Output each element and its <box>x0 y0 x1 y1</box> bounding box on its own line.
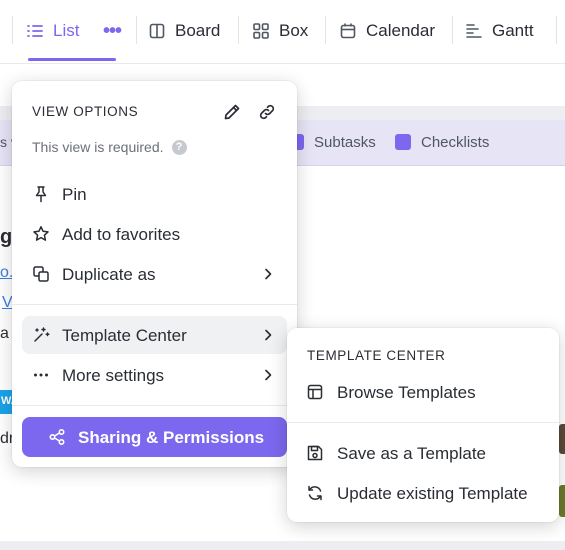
tab-gantt[interactable]: Gantt <box>465 0 534 62</box>
tab-separator <box>238 16 239 44</box>
sharing-permissions-button[interactable]: Sharing & Permissions <box>22 417 287 457</box>
checklists-checkbox[interactable] <box>395 134 411 150</box>
menu-item-template-center[interactable]: Template Center <box>22 316 287 354</box>
menu-item-save-as-template[interactable]: Save as a Template <box>297 435 549 471</box>
calendar-icon <box>339 22 357 40</box>
tab-separator <box>12 16 13 44</box>
subtasks-label: Subtasks <box>314 134 376 151</box>
tab-board[interactable]: Board <box>148 0 220 62</box>
menu-item-duplicate-as[interactable]: Duplicate as <box>22 255 287 293</box>
page-bottom-strip <box>0 541 565 550</box>
menu-divider <box>12 405 297 406</box>
gantt-icon <box>465 22 483 40</box>
menu-item-label: Template Center <box>62 326 187 345</box>
share-icon <box>48 428 66 446</box>
chevron-right-icon <box>261 266 275 282</box>
menu-item-browse-templates[interactable]: Browse Templates <box>297 374 549 410</box>
tab-box[interactable]: Box <box>252 0 308 62</box>
board-icon <box>148 22 166 40</box>
background-text-fragment: a <box>0 325 9 342</box>
list-view-options-button[interactable]: ••• <box>103 20 122 43</box>
chevron-right-icon <box>261 367 275 383</box>
pin-icon <box>32 185 50 203</box>
menu-item-label: Browse Templates <box>337 383 476 402</box>
view-tab-bar: List ••• Board Box Calendar Gantt <box>0 0 565 64</box>
menu-item-more-settings[interactable]: More settings <box>22 356 287 394</box>
background-heading-fragment: g <box>0 226 13 248</box>
template-center-title: TEMPLATE CENTER <box>307 348 446 363</box>
tab-separator <box>136 16 137 44</box>
tab-box-label: Box <box>279 21 309 40</box>
tab-board-label: Board <box>175 21 221 40</box>
chevron-right-icon <box>261 327 275 343</box>
view-required-text: This view is required. <box>32 139 164 155</box>
help-icon[interactable]: ? <box>171 139 187 155</box>
tab-separator <box>556 16 557 44</box>
template-layout-icon <box>306 383 324 401</box>
background-avatar-fragment <box>559 424 565 454</box>
menu-item-label: Add to favorites <box>62 225 181 244</box>
view-options-title: VIEW OPTIONS <box>32 104 139 119</box>
tab-separator <box>452 16 453 44</box>
tab-list[interactable]: List <box>26 0 79 62</box>
menu-item-label: Save as a Template <box>337 444 486 463</box>
save-icon <box>306 444 324 462</box>
menu-item-update-existing-template[interactable]: Update existing Template <box>297 475 549 511</box>
active-tab-indicator <box>28 58 116 61</box>
menu-item-pin[interactable]: Pin <box>22 175 287 213</box>
template-center-submenu: TEMPLATE CENTER Browse Templates Save as… <box>287 328 559 522</box>
menu-divider <box>12 304 297 305</box>
tab-calendar[interactable]: Calendar <box>339 0 435 62</box>
checklists-label: Checklists <box>421 134 490 151</box>
box-grid-icon <box>252 22 270 40</box>
list-icon <box>26 22 44 40</box>
more-dots-icon <box>32 366 50 384</box>
tab-gantt-label: Gantt <box>492 21 534 40</box>
tab-calendar-label: Calendar <box>366 21 435 40</box>
star-icon <box>32 225 50 243</box>
tab-separator <box>325 16 326 44</box>
menu-item-label: Update existing Template <box>337 484 528 503</box>
menu-divider <box>287 422 559 423</box>
sharing-permissions-label: Sharing & Permissions <box>78 428 265 447</box>
tab-list-label: List <box>53 21 80 40</box>
view-required-note: This view is required. ? <box>32 139 187 155</box>
view-options-menu: VIEW OPTIONS This view is required. ? Pi… <box>12 81 297 467</box>
menu-item-label: Pin <box>62 185 87 204</box>
background-badge-fragment <box>559 485 565 517</box>
pencil-icon[interactable] <box>222 102 242 122</box>
menu-item-label: Duplicate as <box>62 265 156 284</box>
refresh-icon <box>306 484 324 502</box>
magic-wand-icon <box>32 326 50 344</box>
menu-item-label: More settings <box>62 366 165 385</box>
duplicate-icon <box>32 265 50 283</box>
menu-item-add-to-favorites[interactable]: Add to favorites <box>22 215 287 253</box>
link-icon[interactable] <box>257 102 277 122</box>
